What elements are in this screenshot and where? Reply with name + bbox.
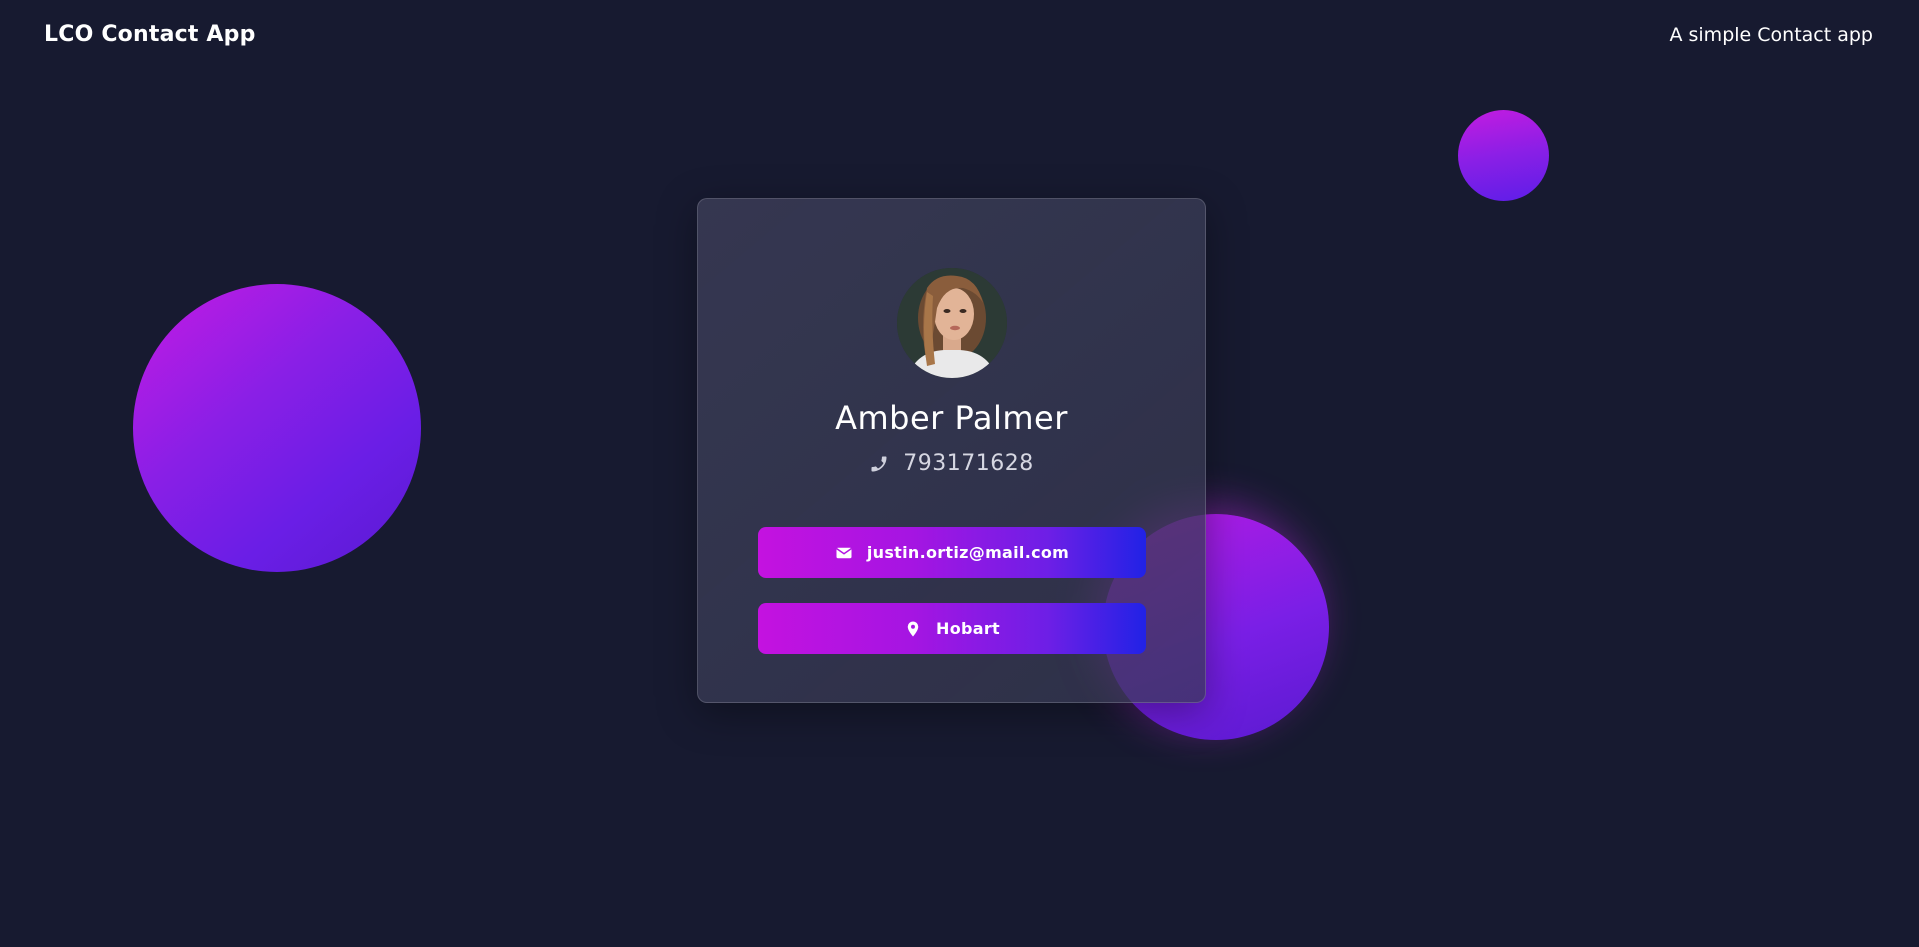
avatar	[897, 268, 1007, 378]
email-button[interactable]: justin.ortiz@mail.com	[758, 527, 1146, 578]
location-button[interactable]: Hobart	[758, 603, 1146, 654]
map-pin-icon	[904, 620, 922, 638]
avatar-photo	[897, 268, 1007, 378]
top-header: LCO Contact App A simple Contact app	[0, 0, 1919, 70]
app-brand[interactable]: LCO Contact App	[44, 22, 256, 47]
contact-phone: 793171628	[903, 451, 1034, 476]
contact-name: Amber Palmer	[835, 399, 1068, 437]
phone-row[interactable]: 793171628	[698, 451, 1205, 476]
envelope-icon	[835, 544, 853, 562]
decorative-orb-top-right	[1458, 110, 1549, 201]
email-label: justin.ortiz@mail.com	[866, 543, 1070, 562]
contact-card: Amber Palmer 793171628 justin.ortiz@mail…	[697, 198, 1206, 703]
phone-icon	[869, 454, 889, 474]
location-label: Hobart	[936, 619, 1000, 638]
app-root: LCO Contact App A simple Contact app Amb…	[0, 0, 1919, 947]
app-tagline: A simple Contact app	[1669, 24, 1873, 46]
decorative-orb-left	[133, 284, 421, 572]
